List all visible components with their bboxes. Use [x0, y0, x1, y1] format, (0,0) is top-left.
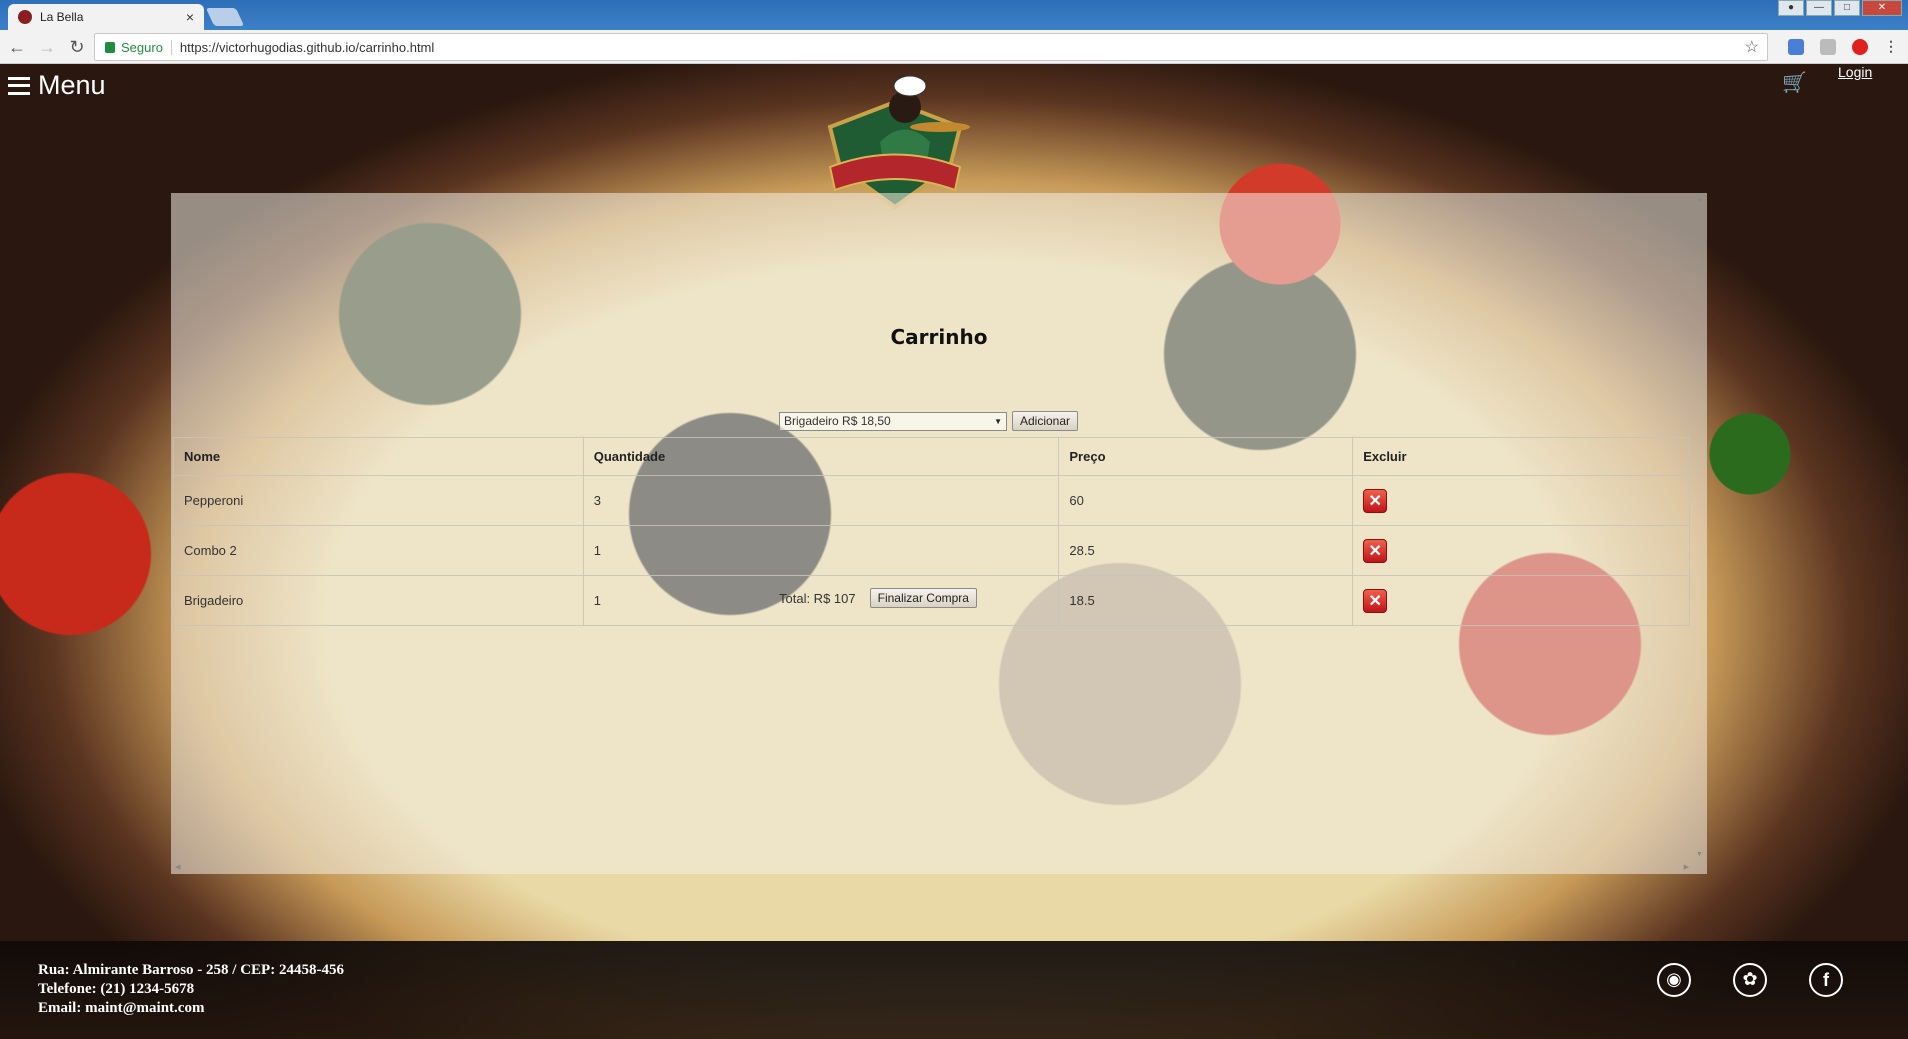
- product-select[interactable]: Brigadeiro R$ 18,50 ▼: [779, 411, 1007, 431]
- item-price: 60: [1058, 475, 1354, 526]
- item-name: Pepperoni: [173, 475, 584, 526]
- menu-toggle[interactable]: Menu: [8, 70, 106, 101]
- delete-icon[interactable]: ✕: [1363, 538, 1388, 563]
- footer-phone: Telefone: (21) 1234-5678: [38, 981, 195, 997]
- page-title: Carrinho: [890, 325, 988, 349]
- add-product-row: Brigadeiro R$ 18,50 ▼ Adicionar: [779, 411, 1079, 431]
- browser-toolbar: ← → ↻ Seguro https://victorhugodias.gith…: [0, 30, 1908, 64]
- delete-icon[interactable]: ✕: [1363, 488, 1388, 513]
- favicon-icon: [18, 10, 32, 24]
- extension-icons: ⋮: [1788, 38, 1898, 55]
- new-tab-button[interactable]: [205, 8, 245, 26]
- table-header-row: Nome Quantidade Preço Excluir: [173, 437, 1690, 476]
- product-select-value: Brigadeiro R$ 18,50: [784, 414, 891, 428]
- window-controls: ● — □ ✕: [1778, 0, 1902, 16]
- footer-address: Rua: Almirante Barroso - 258 / CEP: 2445…: [38, 962, 344, 978]
- chevron-down-icon: ▼: [994, 416, 1002, 426]
- column-header-preco: Preço: [1058, 437, 1354, 476]
- scroll-left-icon[interactable]: ◀: [175, 863, 180, 871]
- url-text[interactable]: https://victorhugodias.github.io/carrinh…: [172, 40, 1745, 55]
- footer-contact: Rua: Almirante Barroso - 258 / CEP: 2445…: [38, 961, 344, 1018]
- user-icon[interactable]: ●: [1778, 0, 1804, 16]
- delete-cell: ✕: [1352, 475, 1690, 526]
- item-price: 28.5: [1058, 525, 1354, 576]
- browser-tab[interactable]: La Bella ×: [8, 4, 204, 30]
- menu-label: Menu: [38, 70, 106, 100]
- shopping-cart-icon[interactable]: 🛒: [1782, 70, 1807, 95]
- forward-icon[interactable]: →: [34, 34, 60, 60]
- item-name: Combo 2: [173, 525, 584, 576]
- column-header-nome: Nome: [173, 437, 584, 476]
- delete-cell: ✕: [1352, 575, 1690, 626]
- scroll-right-icon[interactable]: ▶: [1684, 863, 1689, 871]
- footer-email: Email: maint@maint.com: [38, 1000, 205, 1016]
- extension-icon[interactable]: [1820, 38, 1836, 55]
- item-quantity: 3: [582, 475, 1060, 526]
- browser-tab-bar: La Bella × ● — □ ✕: [0, 0, 1908, 30]
- tab-close-icon[interactable]: ×: [186, 9, 194, 25]
- minimize-icon[interactable]: —: [1806, 0, 1832, 16]
- secure-label: Seguro: [121, 39, 172, 55]
- delete-cell: ✕: [1352, 525, 1690, 576]
- back-icon[interactable]: ←: [4, 34, 30, 60]
- twitter-icon[interactable]: ✿: [1733, 963, 1767, 997]
- scroll-down-icon[interactable]: ▼: [1696, 851, 1703, 858]
- item-quantity: 1: [582, 525, 1060, 576]
- maximize-icon[interactable]: □: [1834, 0, 1860, 16]
- page-background: Menu 🛒 Login Carrinho Brigadeiro R$ 18,5…: [0, 64, 1908, 1039]
- record-icon[interactable]: [1852, 38, 1868, 55]
- vertical-scrollbar[interactable]: ▲ ▼: [1693, 193, 1707, 874]
- la-bella-logo: [827, 75, 970, 210]
- bookmark-star-icon[interactable]: ☆: [1745, 37, 1759, 57]
- reload-icon[interactable]: ↻: [64, 34, 90, 60]
- table-row: Combo 2 1 28.5 ✕: [173, 525, 1690, 576]
- cart-panel: Carrinho Brigadeiro R$ 18,50 ▼ Adicionar…: [171, 193, 1707, 874]
- horizontal-scrollbar[interactable]: ◀ ▶: [171, 860, 1707, 874]
- checkout-button[interactable]: Finalizar Compra: [869, 588, 977, 608]
- hamburger-icon: [8, 76, 30, 95]
- column-header-excluir: Excluir: [1352, 437, 1690, 476]
- column-header-quantidade: Quantidade: [582, 437, 1060, 476]
- close-window-icon[interactable]: ✕: [1862, 0, 1902, 16]
- item-price: 18.5: [1058, 575, 1354, 626]
- table-row: Pepperoni 3 60 ✕: [173, 475, 1690, 526]
- address-bar[interactable]: Seguro https://victorhugodias.github.io/…: [94, 33, 1768, 61]
- total-row: Total: R$ 107 Finalizar Compra: [779, 588, 977, 608]
- total-label: Total: R$ 107: [779, 590, 856, 606]
- add-button[interactable]: Adicionar: [1012, 411, 1079, 431]
- footer: Rua: Almirante Barroso - 258 / CEP: 2445…: [0, 941, 1908, 1039]
- scroll-up-icon[interactable]: ▲: [1696, 196, 1703, 203]
- instagram-icon[interactable]: ◉: [1657, 963, 1691, 997]
- translate-icon[interactable]: [1788, 38, 1804, 55]
- login-link[interactable]: Login: [1838, 64, 1872, 80]
- delete-icon[interactable]: ✕: [1363, 588, 1388, 613]
- tab-title: La Bella: [40, 10, 84, 24]
- lock-icon: [105, 41, 115, 53]
- item-name: Brigadeiro: [173, 575, 584, 626]
- social-links: ◉ ✿ f: [1657, 963, 1843, 997]
- more-options-icon[interactable]: ⋮: [1884, 38, 1898, 55]
- facebook-icon[interactable]: f: [1809, 963, 1843, 997]
